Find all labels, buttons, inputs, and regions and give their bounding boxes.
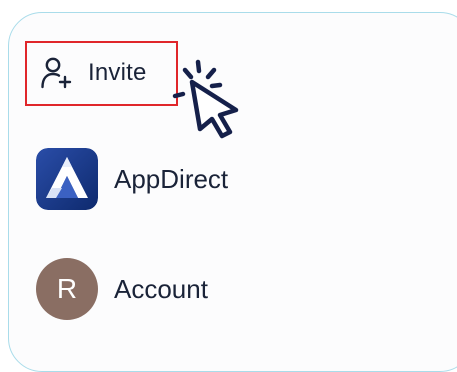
click-pointer-icon xyxy=(172,59,239,139)
avatar: R xyxy=(36,258,98,320)
avatar-initial: R xyxy=(56,273,78,304)
account-menu-item[interactable]: R Account xyxy=(36,258,208,320)
invite-label: Invite xyxy=(88,59,147,86)
appdirect-logo-icon xyxy=(36,148,98,210)
add-user-icon xyxy=(41,57,72,89)
appdirect-label: AppDirect xyxy=(114,163,229,194)
appdirect-menu-item[interactable]: AppDirect xyxy=(36,148,228,210)
account-label: Account xyxy=(114,273,208,304)
invite-menu-item[interactable]: Invite xyxy=(40,52,147,94)
